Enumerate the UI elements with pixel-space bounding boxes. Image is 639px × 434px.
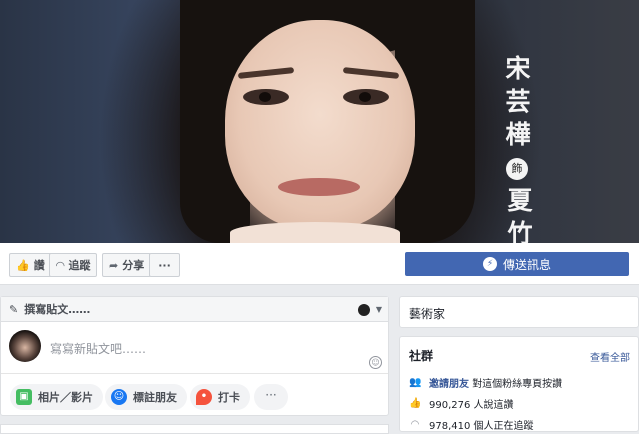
smiley-icon[interactable]: ☺ [369,356,382,369]
see-all-link[interactable]: 查看全部 [590,349,630,364]
cover-actor-name: 宋芸樺 [505,54,531,149]
cover-role-badge: 飾 [506,158,528,180]
likes-row: 👍 990,276 人說這讚 [409,396,514,411]
tag-friend-icon: ☺ [111,389,127,405]
follows-row: ◠ 978,410 個人正在追蹤 [409,417,534,432]
send-message-button[interactable]: ⚡ 傳送訊息 [405,252,629,276]
check-in-label: 打卡 [218,391,240,404]
cover-face [225,20,415,230]
composer-body[interactable]: 寫寫新貼文吧…… ☺ [1,322,388,374]
likes-count-text: 990,276 人說這讚 [429,400,514,411]
pencil-icon: ✎ [9,302,19,316]
photo-video-button[interactable]: ▣ 相片／影片 [10,384,103,410]
follow-label: 追蹤 [68,259,91,272]
post-as-avatar[interactable] [358,304,370,316]
messenger-icon: ⚡ [482,257,497,271]
share-label: 分享 [122,259,145,272]
cover-photo[interactable]: 宋芸樺 飾 夏竹 [0,0,639,243]
page-category-label: 藝術家 [409,307,446,321]
photo-icon: ▣ [16,389,32,405]
people-icon: 👥 [409,377,422,388]
avatar [9,330,41,362]
share-button[interactable]: ➦ 分享 [102,253,152,277]
chevron-down-icon[interactable]: ▼ [376,305,382,314]
rss-icon: ◠ [410,419,420,430]
more-label: ··· [158,258,171,272]
share-arrow-icon: ➦ [109,258,119,272]
rss-icon: ◠ [56,258,65,272]
cover-eye-left [243,89,289,105]
follows-count-text: 978,410 個人正在追蹤 [429,421,534,432]
photo-video-label: 相片／影片 [38,391,93,404]
thumbs-up-icon: 👍 [16,258,30,272]
tag-friends-label: 標註朋友 [133,391,177,404]
invite-friends-link[interactable]: 邀請朋友 [429,379,469,390]
thumbs-up-icon: 👍 [409,398,422,409]
cover-role-name: 夏竹 [507,186,533,243]
next-card [0,424,389,434]
send-message-label: 傳送訊息 [502,257,551,272]
community-title: 社群 [409,349,434,363]
like-label: 讚 [33,259,45,272]
check-in-button[interactable]: • 打卡 [190,384,250,410]
cover-hand [230,222,400,243]
tag-friends-button[interactable]: ☺ 標註朋友 [105,384,187,410]
cover-lips [278,178,360,196]
composer-input[interactable]: 寫寫新貼文吧…… [50,340,146,357]
invite-text: 對這個粉絲專頁按讚 [472,379,563,390]
cover-eye-right [343,89,389,105]
composer-header-label: 撰寫貼文…… [24,303,91,316]
composer-header[interactable]: ✎ 撰寫貼文…… ▼ [1,297,388,322]
community-card: 社群 查看全部 👥 邀請朋友 對這個粉絲專頁按讚 👍 990,276 人說這讚 … [399,336,639,432]
location-pin-icon: • [196,389,212,405]
follow-button[interactable]: ◠ 追蹤 [49,253,98,277]
composer-more-button[interactable]: ··· [254,384,288,410]
post-composer: ✎ 撰寫貼文…… ▼ 寫寫新貼文吧…… ☺ ▣ 相片／影片 ☺ 標註朋友 • 打… [0,296,389,416]
more-actions-button[interactable]: ··· [149,253,180,277]
invite-row: 👥 邀請朋友 對這個粉絲專頁按讚 [409,375,562,390]
page-category: 藝術家 [399,296,639,328]
like-button[interactable]: 👍 讚 [9,253,52,277]
